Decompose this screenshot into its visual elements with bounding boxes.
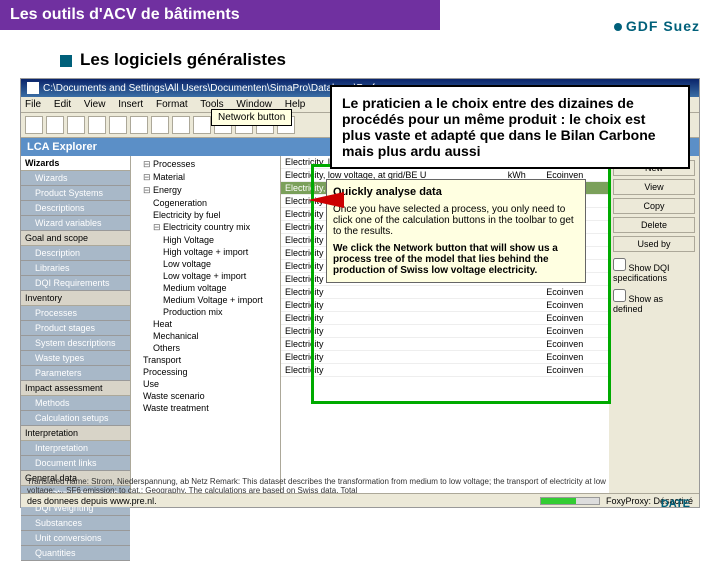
wizard-group: Inventory (21, 291, 130, 306)
toolbar-button[interactable] (88, 116, 106, 134)
wizard-item[interactable]: Product Systems (21, 186, 130, 201)
tree-node[interactable]: Material (133, 171, 278, 184)
menu-format[interactable]: Format (156, 99, 188, 110)
wizard-item[interactable]: Parameters (21, 366, 130, 381)
view-button[interactable]: View (613, 179, 695, 195)
wizard-item[interactable]: Waste types (21, 351, 130, 366)
wizard-item[interactable]: Document links (21, 456, 130, 471)
wizard-item[interactable]: DQI Requirements (21, 276, 130, 291)
wizard-item[interactable]: Methods (21, 396, 130, 411)
analyse-tooltip: Quickly analyse data Once you have selec… (326, 179, 586, 283)
wizard-item[interactable]: Product stages (21, 321, 130, 336)
wizard-header: Wizards (21, 156, 130, 171)
wizard-item[interactable]: Descriptions (21, 201, 130, 216)
toolbar-button[interactable] (193, 116, 211, 134)
tree-node[interactable]: Processing (133, 366, 278, 378)
tree-node[interactable]: Production mix (133, 306, 278, 318)
toolbar-button[interactable] (172, 116, 190, 134)
wizard-item[interactable]: Substances (21, 516, 130, 531)
tree-node[interactable]: Medium Voltage + import (133, 294, 278, 306)
toolbar-button[interactable] (25, 116, 43, 134)
network-button-tooltip: Network button (211, 109, 292, 126)
tree-node[interactable]: Waste treatment (133, 402, 278, 414)
tree-root[interactable]: Processes (133, 158, 278, 171)
footer-left: des donnees depuis www.pre.nl. (27, 496, 157, 506)
toolbar-button[interactable] (130, 116, 148, 134)
wizard-item[interactable]: Wizards (21, 171, 130, 186)
wizard-item[interactable]: Unit conversions (21, 531, 130, 546)
delete-button[interactable]: Delete (613, 217, 695, 233)
tree-node[interactable]: Low voltage + import (133, 270, 278, 282)
table-row[interactable]: ElectricityEcoinven (281, 351, 609, 364)
slide-title: Les outils d'ACV de bâtiments (0, 0, 440, 30)
toolbar-button[interactable] (67, 116, 85, 134)
analyse-p1: Once you have selected a process, you on… (333, 204, 579, 237)
menu-insert[interactable]: Insert (118, 99, 143, 110)
table-row[interactable]: ElectricityEcoinven (281, 325, 609, 338)
toolbar-button[interactable] (151, 116, 169, 134)
analyse-p2: We click the Network button that will sh… (333, 243, 579, 276)
tree-node[interactable]: Medium voltage (133, 282, 278, 294)
tree-node[interactable]: Energy (133, 184, 278, 197)
right-pane: New View Copy Delete Used by Show DQI sp… (609, 156, 699, 496)
table-row[interactable]: ElectricityEcoinven (281, 364, 609, 377)
bullet-square (60, 55, 72, 67)
logo: GDF Suez (614, 18, 700, 34)
menu-edit[interactable]: Edit (54, 99, 71, 110)
tree-node[interactable]: High Voltage (133, 234, 278, 246)
wizard-item[interactable]: Processes (21, 306, 130, 321)
wizard-item[interactable]: Calculation setups (21, 411, 130, 426)
wizard-pane: Wizards WizardsProduct SystemsDescriptio… (21, 156, 131, 496)
table-row[interactable]: ElectricityEcoinven (281, 338, 609, 351)
tree-node[interactable]: Use (133, 378, 278, 390)
wizard-group: Goal and scope (21, 231, 130, 246)
tree-node[interactable]: Electricity country mix (133, 221, 278, 234)
progress-bar (540, 497, 600, 505)
wizard-item[interactable]: Description (21, 246, 130, 261)
menu-file[interactable]: File (25, 99, 41, 110)
tree-node[interactable]: Others (133, 342, 278, 354)
wizard-item[interactable]: System descriptions (21, 336, 130, 351)
usedby-button[interactable]: Used by (613, 236, 695, 252)
wizard-item[interactable]: Libraries (21, 261, 130, 276)
menu-view[interactable]: View (84, 99, 106, 110)
wizard-item[interactable]: Quantities (21, 546, 130, 561)
callout-box: Le praticien a le choix entre des dizain… (330, 85, 690, 169)
tree-node[interactable]: Electricity by fuel (133, 209, 278, 221)
dqi-checkbox[interactable]: Show DQI specifications (613, 258, 695, 283)
analyse-title: Quickly analyse data (333, 186, 442, 198)
tree-node[interactable]: Cogeneration (133, 197, 278, 209)
toolbar-button[interactable] (109, 116, 127, 134)
wizard-item[interactable]: Wizard variables (21, 216, 130, 231)
date-label: DATE (661, 498, 690, 510)
tree-node[interactable]: Low voltage (133, 258, 278, 270)
arrow-icon (308, 192, 344, 208)
table-row[interactable]: ElectricityEcoinven (281, 312, 609, 325)
defined-checkbox[interactable]: Show as defined (613, 289, 695, 314)
tree-node[interactable]: Transport (133, 354, 278, 366)
wizard-group: Impact assessment (21, 381, 130, 396)
tree-node[interactable]: Waste scenario (133, 390, 278, 402)
app-icon (27, 82, 39, 94)
wizard-item[interactable]: Interpretation (21, 441, 130, 456)
subtitle: Les logiciels généralistes (60, 50, 720, 70)
copy-button[interactable]: Copy (613, 198, 695, 214)
table-row[interactable]: ElectricityEcoinven (281, 299, 609, 312)
table-row[interactable]: ElectricityEcoinven (281, 286, 609, 299)
tree-node[interactable]: High voltage + import (133, 246, 278, 258)
wizard-group: Interpretation (21, 426, 130, 441)
tree-pane[interactable]: Processes MaterialEnergyCogenerationElec… (131, 156, 281, 496)
toolbar-button[interactable] (46, 116, 64, 134)
tree-node[interactable]: Mechanical (133, 330, 278, 342)
tree-node[interactable]: Heat (133, 318, 278, 330)
status-bar: des donnees depuis www.pre.nl. FoxyProxy… (21, 493, 699, 507)
